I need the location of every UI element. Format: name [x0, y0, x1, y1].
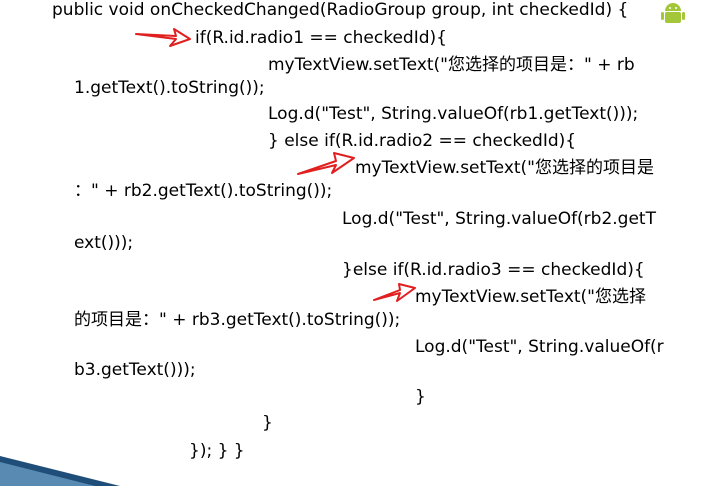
- code-line-17: }: [262, 413, 273, 433]
- code-line-9: Log.d("Test", String.valueOf(rb2.getT: [342, 209, 656, 229]
- code-line-18: }); } }: [189, 441, 245, 461]
- code-line-4: 1.getText().toString());: [74, 78, 265, 98]
- code-line-8: ：" + rb2.getText().toString());: [74, 181, 333, 201]
- red-arrow-icon: [373, 283, 416, 302]
- code-line-10: ext()));: [74, 233, 134, 253]
- red-arrow-icon: [135, 28, 191, 47]
- code-line-16: }: [415, 387, 426, 407]
- code-line-12: myTextView.setText("您选择: [415, 287, 647, 307]
- code-line-3: myTextView.setText("您选择的项目是：" + rb: [268, 55, 635, 75]
- code-line-2: if(R.id.radio1 == checkedId){: [195, 28, 447, 48]
- slide: public void onCheckedChanged(RadioGroup …: [0, 0, 704, 486]
- code-line-6: } else if(R.id.radio2 == checkedId){: [268, 131, 577, 151]
- code-line-1: public void onCheckedChanged(RadioGroup …: [52, 0, 629, 20]
- code-line-14: Log.d("Test", String.valueOf(r: [415, 337, 664, 357]
- code-line-15: b3.getText()));: [74, 360, 196, 380]
- code-line-5: Log.d("Test", String.valueOf(rb1.getText…: [268, 104, 639, 124]
- corner-swoosh: [0, 456, 120, 486]
- code-line-13: 的项目是：" + rb3.getText().toString());: [74, 310, 401, 330]
- android-logo-icon: [661, 3, 685, 23]
- code-line-7: myTextView.setText("您选择的项目是: [355, 158, 655, 178]
- code-line-11: }else if(R.id.radio3 == checkedId){: [342, 260, 645, 280]
- red-arrow-icon: [297, 152, 355, 175]
